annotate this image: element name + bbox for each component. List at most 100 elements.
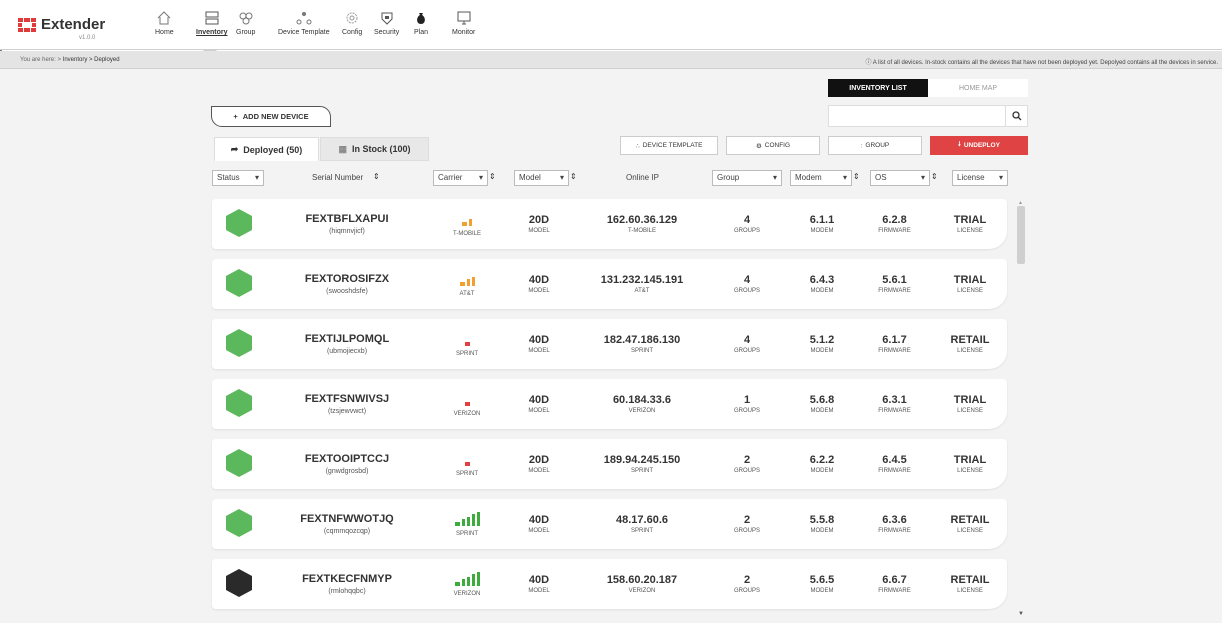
search-box — [828, 105, 1028, 127]
status-hexagon-icon — [226, 509, 252, 537]
carrier-cell: SPRINT — [432, 439, 502, 489]
firmware-cell: 6.3.6 FIRMWARE — [862, 499, 927, 549]
nav-config[interactable]: Config — [342, 10, 362, 36]
serial-number[interactable]: FEXTFSNWIVSJ — [305, 393, 389, 405]
device-template-label: DEVICE TEMPLATE — [642, 142, 703, 149]
serial-number[interactable]: FEXTOOIPTCCJ — [305, 453, 389, 465]
tab-in-stock[interactable]: ▦ In Stock (100) — [320, 137, 429, 161]
model-label: MODEL — [528, 228, 550, 234]
sort-icon[interactable]: ⇕ — [853, 172, 860, 181]
model-filter[interactable]: Model — [514, 170, 569, 186]
signal-bar — [466, 576, 470, 586]
config-button[interactable]: ⚙ CONFIG — [726, 136, 820, 155]
ip-address: 162.60.36.129 — [606, 214, 678, 226]
sort-icon[interactable]: ⇕ — [931, 172, 938, 181]
model-cell: 40D MODEL — [514, 319, 564, 369]
device-row[interactable]: FEXTFSNWIVSJ (tzsjewvwct) VERIZON 40D MODEL 6… — [212, 379, 1007, 429]
device-template-button[interactable]: ∴ DEVICE TEMPLATE — [620, 136, 718, 155]
nav-plan[interactable]: Plan — [413, 10, 429, 36]
firmware-label: FIRMWARE — [878, 288, 911, 294]
device-row[interactable]: FEXTOROSIFZX (swooshdsfe) AT&T 40D MODEL 131.… — [212, 259, 1007, 309]
license-filter[interactable]: License — [952, 170, 1008, 186]
breadcrumb-path[interactable]: Inventory > Deployed — [63, 57, 120, 63]
license-cell: RETAIL LICENSE — [940, 499, 1000, 549]
carrier-cell: SPRINT — [432, 319, 502, 369]
group-button[interactable]: ∶ GROUP — [828, 136, 922, 155]
device-row[interactable]: FEXTKECFNMYP (rmlohqqbc) VERIZON 40D MODEL 15… — [212, 559, 1007, 609]
firmware-version: 6.6.7 — [882, 574, 907, 586]
device-row[interactable]: FEXTBFLXAPUI (hiqmnvjicf) T-MOBILE 20D MODEL… — [212, 199, 1007, 249]
signal-bar — [454, 521, 460, 526]
carrier-filter[interactable]: Carrier — [433, 170, 488, 186]
serial-number[interactable]: FEXTBFLXAPUI — [305, 213, 388, 225]
ip-cell: 189.94.245.150 SPRINT — [582, 439, 702, 489]
status-hexagon-icon — [226, 449, 252, 477]
sort-icon[interactable]: ⇕ — [373, 172, 380, 181]
nav-security[interactable]: Security — [374, 10, 399, 36]
scroll-down-icon[interactable]: ▼ — [1018, 611, 1024, 617]
sort-icon[interactable]: ⇕ — [489, 172, 496, 181]
sort-icon[interactable]: ⇕ — [570, 172, 577, 181]
config-icon — [346, 12, 358, 24]
carrier-name: T-MOBILE — [452, 230, 481, 237]
home-map-toggle[interactable]: HOME MAP — [928, 79, 1028, 97]
group-cell: 4 GROUPS — [717, 199, 777, 249]
carrier-cell: T-MOBILE — [432, 199, 502, 249]
serial-number[interactable]: FEXTKECFNMYP — [302, 573, 392, 585]
nav-inventory[interactable]: Inventory — [196, 10, 228, 36]
status-filter[interactable]: Status — [212, 170, 264, 186]
signal-strength-icon — [454, 571, 480, 586]
online-ip-header[interactable]: Online IP — [626, 173, 659, 182]
modem-version: 5.6.5 — [809, 574, 835, 586]
ip-cell: 162.60.36.129 T-MOBILE — [582, 199, 702, 249]
add-new-device-button[interactable]: + ADD NEW DEVICE — [211, 106, 331, 127]
modem-cell: 5.6.8 MODEM — [792, 379, 852, 429]
group-count: 2 — [743, 514, 751, 526]
group-cell: 2 GROUPS — [717, 439, 777, 489]
serial-number[interactable]: FEXTIJLPOMQL — [305, 333, 389, 345]
license-type: RETAIL — [950, 574, 990, 586]
license-label: LICENSE — [957, 288, 983, 294]
info-message: ⓘ A list of all devices. In-stock contai… — [865, 57, 1218, 66]
model-value: 40D — [528, 394, 550, 406]
search-input[interactable] — [829, 106, 1005, 126]
nav-device-template[interactable]: Device Template — [278, 10, 330, 36]
nav-home[interactable]: Home — [155, 10, 174, 36]
device-row[interactable]: FEXTIJLPOMQL (ubmojiecxb) SPRINT 40D MODEL 18… — [212, 319, 1007, 369]
os-filter[interactable]: OS — [870, 170, 930, 186]
groups-label: GROUPS — [733, 288, 760, 294]
nav-monitor[interactable]: Monitor — [452, 10, 475, 36]
groups-label: GROUPS — [733, 528, 760, 534]
groups-label: GROUPS — [733, 228, 760, 234]
modem-filter[interactable]: Modem — [790, 170, 852, 186]
undeploy-button[interactable]: 🠗 UNDEPLOY — [930, 136, 1028, 155]
serial-number[interactable]: FEXTNFWWOTJQ — [300, 513, 394, 525]
firmware-label: FIRMWARE — [878, 528, 911, 534]
device-row[interactable]: FEXTOOIPTCCJ (gnwdgrosbd) SPRINT 20D MODEL 18… — [212, 439, 1007, 489]
serial-number-header[interactable]: Serial Number — [312, 173, 363, 182]
signal-bar — [459, 281, 465, 286]
signal-bar — [466, 516, 470, 526]
firmware-label: FIRMWARE — [878, 228, 911, 234]
serial-number[interactable]: FEXTOROSIFZX — [305, 273, 389, 285]
carrier-name: VERIZON — [453, 590, 481, 597]
signal-strength-icon — [464, 392, 470, 406]
ip-carrier: SPRINT — [630, 528, 653, 534]
scrollbar-thumb[interactable] — [1017, 206, 1025, 264]
search-button[interactable] — [1005, 106, 1027, 126]
group-count: 2 — [743, 574, 751, 586]
group-cell: 4 GROUPS — [717, 259, 777, 309]
carrier-name: SPRINT — [455, 470, 478, 477]
signal-strength-icon — [464, 332, 470, 346]
serial-cell: FEXTFSNWIVSJ (tzsjewvwct) — [287, 379, 407, 429]
carrier-name: SPRINT — [455, 350, 478, 357]
group-filter[interactable]: Group — [712, 170, 782, 186]
serial-cell: FEXTOOIPTCCJ (gnwdgrosbd) — [287, 439, 407, 489]
group-label: GROUP — [865, 142, 890, 149]
carrier-cell: VERIZON — [432, 559, 502, 609]
device-row[interactable]: FEXTNFWWOTJQ (cqmmqozcqp) SPRINT 40D MODEL 48… — [212, 499, 1007, 549]
tab-deployed[interactable]: ➦ Deployed (50) — [214, 137, 319, 161]
nav-group[interactable]: Group — [236, 10, 255, 36]
inventory-list-toggle[interactable]: INVENTORY LIST — [828, 79, 928, 97]
model-cell: 40D MODEL — [514, 379, 564, 429]
